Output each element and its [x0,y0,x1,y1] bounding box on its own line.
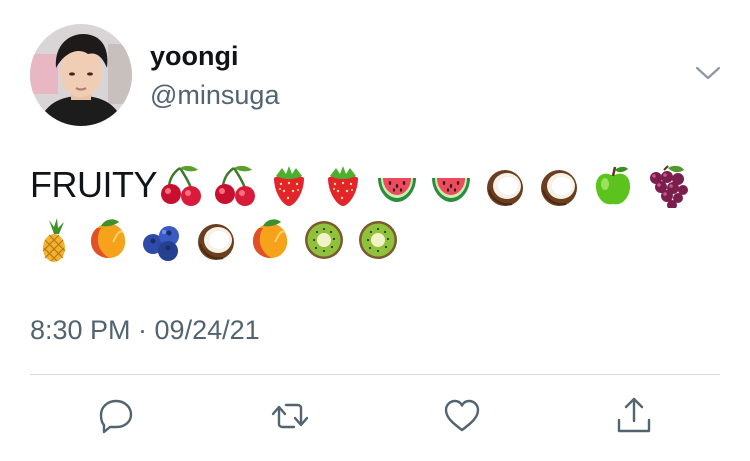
emoji-line-1 [157,158,697,212]
chevron-down-icon[interactable] [694,62,722,84]
green-apple-icon [589,158,637,212]
tweet-text-word: FRUITY [30,164,158,205]
cherries-icon [211,158,259,212]
tweet-card: yoongi @minsuga FRUITY 8:30 PM · 09/24/2… [0,0,750,461]
strawberry-icon [319,158,367,212]
kiwi-icon [300,212,348,266]
like-icon[interactable] [442,396,482,436]
tweet-timestamp[interactable]: 8:30 PM · 09/24/21 [30,313,260,347]
coconut-icon [535,158,583,212]
divider [30,374,720,375]
mango-icon [246,212,294,266]
user-handle[interactable]: @minsuga [150,79,279,111]
kiwi-icon [354,212,402,266]
coconut-icon [481,158,529,212]
share-icon[interactable] [614,396,654,436]
avatar[interactable] [30,24,132,126]
reply-icon[interactable] [96,396,136,436]
watermelon-icon [373,158,421,212]
emoji-line-2 [30,212,710,266]
cherries-icon [157,158,205,212]
watermelon-icon [427,158,475,212]
pineapple-icon [30,212,78,266]
display-name[interactable]: yoongi [150,40,239,72]
retweet-icon[interactable] [270,396,310,436]
tweet-text: FRUITY [30,158,710,266]
mango-icon [84,212,132,266]
grapes-icon [643,158,691,212]
coconut-icon [192,212,240,266]
strawberry-icon [265,158,313,212]
blueberries-icon [138,212,186,266]
